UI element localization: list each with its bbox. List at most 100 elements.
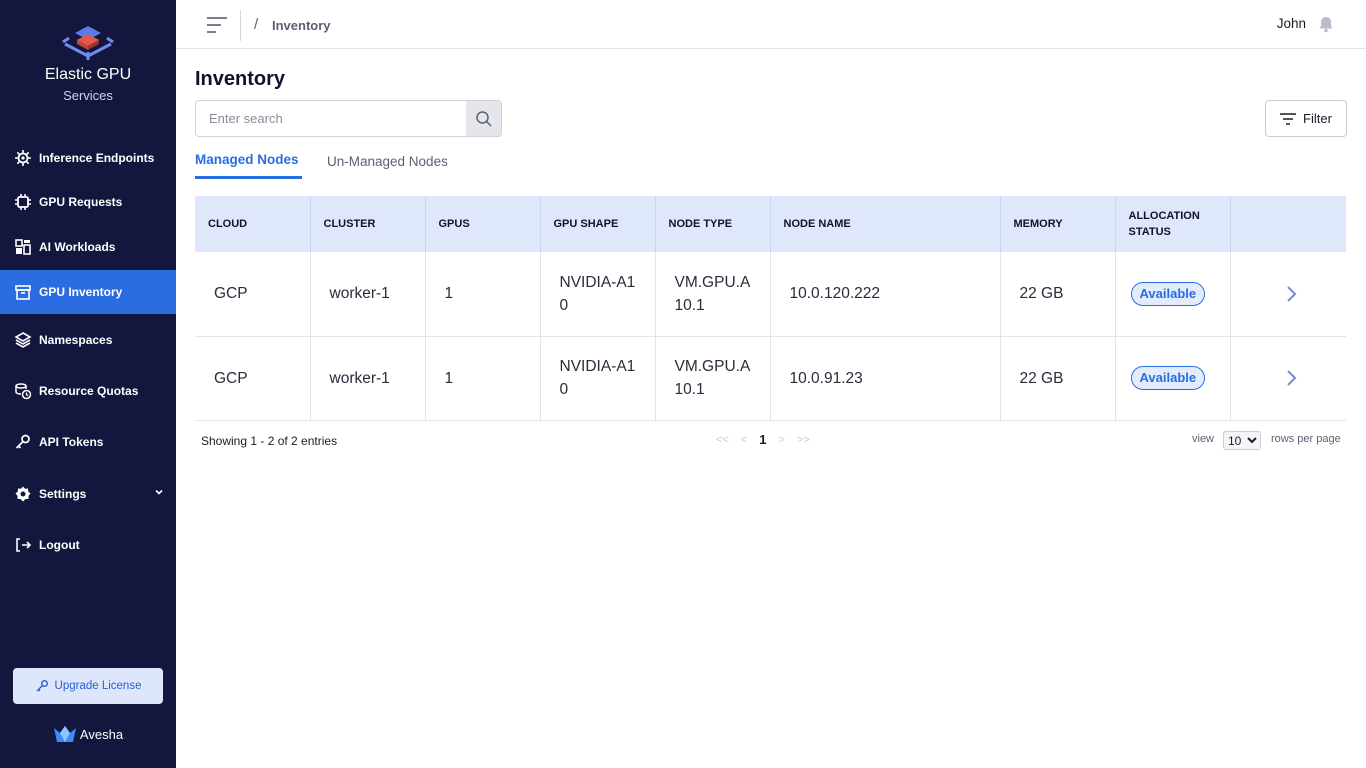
cell-allocation-status: Available bbox=[1115, 336, 1231, 421]
sidebar-item-label: GPU Requests bbox=[39, 195, 123, 209]
user-name[interactable]: John bbox=[1277, 16, 1306, 31]
search-input[interactable] bbox=[196, 101, 468, 136]
sidebar-item-label: Namespaces bbox=[39, 333, 113, 347]
sidebar: Elastic GPU Services Inference Endpoints… bbox=[0, 0, 176, 768]
chevron-down-icon[interactable] bbox=[154, 487, 164, 497]
key-icon bbox=[36, 680, 48, 692]
search-box bbox=[195, 100, 502, 137]
chevron-right-icon[interactable] bbox=[1285, 284, 1299, 304]
sidebar-item-gpu-requests[interactable]: GPU Requests bbox=[0, 180, 176, 224]
bell-icon[interactable] bbox=[1317, 15, 1335, 33]
workloads-icon bbox=[14, 238, 32, 256]
cell-allocation-status: Available bbox=[1115, 252, 1231, 337]
filter-label: Filter bbox=[1303, 111, 1332, 126]
column-header-actions bbox=[1230, 196, 1346, 252]
layers-icon bbox=[14, 331, 32, 349]
brand-subtitle: Services bbox=[63, 88, 113, 103]
entries-summary: Showing 1 - 2 of 2 entries bbox=[201, 434, 338, 448]
cell-node-name: 10.0.91.23 bbox=[770, 336, 1001, 421]
inventory-table: CLOUD CLUSTER GPUS GPU SHAPE NODE TYPE N… bbox=[195, 196, 1346, 421]
chevron-right-icon[interactable] bbox=[1285, 368, 1299, 388]
sidebar-item-label: Settings bbox=[39, 487, 87, 501]
rows-per-page-label: rows per page bbox=[1271, 433, 1341, 445]
breadcrumb[interactable]: Inventory bbox=[272, 18, 331, 33]
tab-un-managed-nodes[interactable]: Un-Managed Nodes bbox=[327, 154, 448, 181]
first-page-button[interactable]: << bbox=[716, 434, 729, 446]
cell-cluster: worker-1 bbox=[310, 252, 426, 337]
cell-node-type: VM.GPU.A10.1 bbox=[655, 252, 771, 337]
cell-node-type: VM.GPU.A10.1 bbox=[655, 336, 771, 421]
table-row[interactable]: GCP worker-1 1 NVIDIA-A10 VM.GPU.A10.1 1… bbox=[195, 252, 1346, 337]
coins-clock-icon bbox=[14, 382, 32, 400]
sidebar-item-label: Resource Quotas bbox=[39, 384, 139, 398]
view-label: view bbox=[1192, 433, 1215, 445]
filter-button[interactable]: Filter bbox=[1265, 100, 1347, 137]
brand-title: Elastic GPU bbox=[44, 66, 132, 83]
cell-memory: 22 GB bbox=[1000, 252, 1116, 337]
sidebar-item-settings[interactable]: Settings bbox=[0, 472, 176, 516]
search-icon bbox=[475, 110, 492, 127]
avesha-label: Avesha bbox=[79, 726, 124, 742]
column-header-cloud: CLOUD bbox=[195, 196, 311, 252]
sidebar-item-label: Logout bbox=[39, 538, 80, 552]
avesha-logo-icon bbox=[53, 726, 76, 742]
header-divider bbox=[240, 10, 241, 41]
sidebar-item-resource-quotas[interactable]: Resource Quotas bbox=[0, 369, 176, 413]
sidebar-item-namespaces[interactable]: Namespaces bbox=[0, 318, 176, 362]
sidebar-item-label: API Tokens bbox=[39, 435, 104, 449]
search-button[interactable] bbox=[466, 101, 501, 136]
top-header: / Inventory John bbox=[176, 0, 1366, 49]
column-header-gpu-shape: GPU SHAPE bbox=[540, 196, 656, 252]
cell-gpus: 1 bbox=[425, 336, 541, 421]
sidebar-item-gpu-inventory[interactable]: GPU Inventory bbox=[0, 270, 176, 314]
cell-cloud: GCP bbox=[195, 252, 311, 337]
rows-per-page-select[interactable]: 10 bbox=[1223, 431, 1261, 450]
cell-gpu-shape: NVIDIA-A10 bbox=[540, 336, 656, 421]
sidebar-item-label: AI Workloads bbox=[39, 240, 116, 254]
sidebar-item-inference-endpoints[interactable]: Inference Endpoints bbox=[0, 136, 176, 180]
upgrade-license-button[interactable]: Upgrade License bbox=[13, 668, 163, 704]
column-header-allocation-status: ALLOCATION STATUS bbox=[1115, 196, 1231, 252]
next-page-button[interactable]: > bbox=[779, 434, 785, 446]
settings-icon bbox=[14, 485, 32, 503]
cell-gpu-shape: NVIDIA-A10 bbox=[540, 252, 656, 337]
column-header-memory: MEMORY bbox=[1000, 196, 1116, 252]
status-badge: Available bbox=[1130, 281, 1206, 306]
pagination: << < 1 > >> bbox=[716, 432, 822, 447]
tab-managed-nodes[interactable]: Managed Nodes bbox=[195, 152, 302, 179]
sidebar-item-ai-workloads[interactable]: AI Workloads bbox=[0, 225, 176, 269]
cell-cloud: GCP bbox=[195, 336, 311, 421]
table-row[interactable]: GCP worker-1 1 NVIDIA-A10 VM.GPU.A10.1 1… bbox=[195, 336, 1346, 421]
logout-icon bbox=[14, 536, 32, 554]
sidebar-item-label: GPU Inventory bbox=[39, 285, 123, 299]
brand: Elastic GPU Services bbox=[0, 22, 176, 103]
sidebar-item-api-tokens[interactable]: API Tokens bbox=[0, 420, 176, 464]
sidebar-item-logout[interactable]: Logout bbox=[0, 523, 176, 567]
gear-chip-icon bbox=[14, 149, 32, 167]
table-header-row: CLOUD CLUSTER GPUS GPU SHAPE NODE TYPE N… bbox=[195, 196, 1346, 252]
cell-memory: 22 GB bbox=[1000, 336, 1116, 421]
cell-actions bbox=[1230, 252, 1346, 337]
upgrade-license-label: Upgrade License bbox=[54, 680, 142, 692]
menu-toggle-icon[interactable] bbox=[206, 15, 228, 35]
column-header-cluster: CLUSTER bbox=[310, 196, 426, 252]
filter-icon bbox=[1280, 112, 1297, 125]
chip-icon bbox=[14, 193, 32, 211]
breadcrumb-separator: / bbox=[254, 16, 259, 33]
archive-box-icon bbox=[14, 283, 32, 301]
cell-cluster: worker-1 bbox=[310, 336, 426, 421]
brand-logo-icon bbox=[62, 26, 114, 60]
cell-node-name: 10.0.120.222 bbox=[770, 252, 1001, 337]
cell-actions bbox=[1230, 336, 1346, 421]
cell-gpus: 1 bbox=[425, 252, 541, 337]
sidebar-item-label: Inference Endpoints bbox=[39, 151, 155, 165]
column-header-gpus: GPUS bbox=[425, 196, 541, 252]
key-icon bbox=[14, 433, 32, 451]
prev-page-button[interactable]: < bbox=[741, 434, 747, 446]
page-title: Inventory bbox=[195, 68, 286, 90]
status-badge: Available bbox=[1130, 366, 1206, 390]
last-page-button[interactable]: >> bbox=[797, 434, 810, 446]
avesha-brand: Avesha bbox=[0, 724, 176, 744]
column-header-node-type: NODE TYPE bbox=[655, 196, 771, 252]
current-page[interactable]: 1 bbox=[759, 432, 766, 447]
